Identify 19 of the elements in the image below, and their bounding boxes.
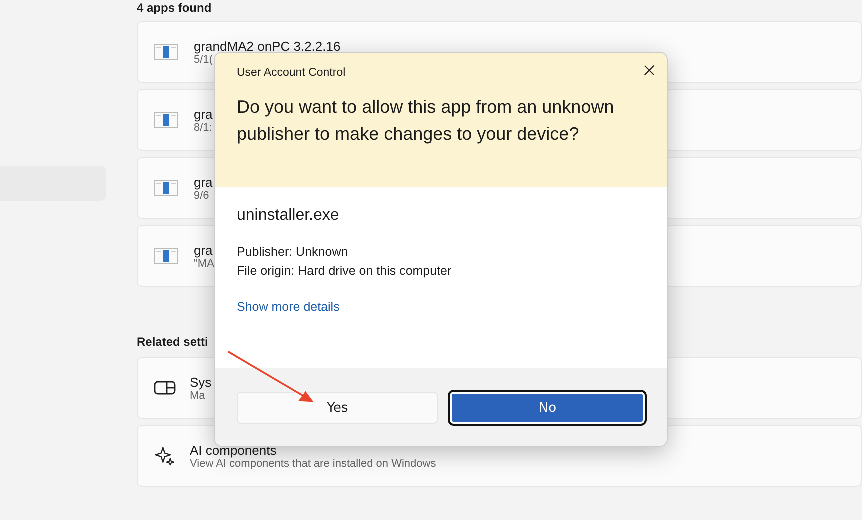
app-detail: 8/1: xyxy=(194,122,212,134)
app-name: gra xyxy=(194,242,213,258)
program-name: uninstaller.exe xyxy=(237,207,340,225)
app-name: gra xyxy=(194,174,213,190)
dialog-question: Do you want to allow this app from an unknown publisher to make changes to your device? xyxy=(237,96,616,146)
setting-title: Sys xyxy=(190,374,212,390)
app-detail: 5/1( xyxy=(194,54,213,66)
app-name: grandMA2 onPC 3.2.2.16 xyxy=(194,38,341,54)
detail-line: Publisher: Unknown xyxy=(237,244,350,261)
setting-subtitle: View AI components that are installed on Windows xyxy=(190,458,436,470)
setting-title: AI components xyxy=(190,442,278,458)
dialog-title: User Account Control xyxy=(237,67,346,79)
setting-subtitle: Ma xyxy=(190,390,206,402)
app-name: gra xyxy=(194,106,213,122)
section-heading: Related setti xyxy=(137,335,210,351)
detail-line: File origin: Hard drive on this computer xyxy=(237,263,453,280)
app-detail: 9/6 xyxy=(194,190,210,202)
app-detail: "MA xyxy=(194,258,214,270)
section-heading: 4 apps found xyxy=(137,1,213,15)
